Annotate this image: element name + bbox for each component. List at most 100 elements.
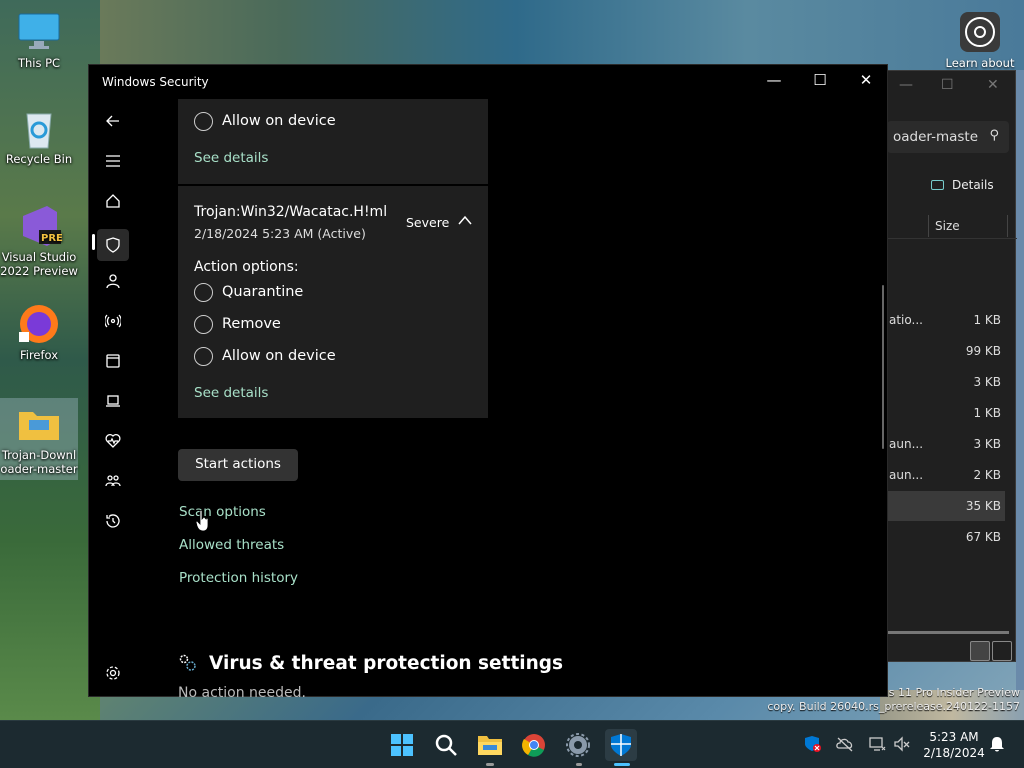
notification-bell-icon[interactable] (988, 735, 1006, 753)
hamburger-menu-icon[interactable] (101, 149, 125, 173)
file-explorer-window[interactable]: — ☐ ✕ oader-maste ⚲ Details Size atio...… (880, 70, 1017, 662)
laptop-icon[interactable] (101, 389, 125, 413)
desktop-icon-trojan-folder[interactable]: Trojan-Downl oader-master (0, 398, 78, 480)
network-antenna-icon[interactable] (101, 309, 125, 333)
volume-muted-tray-icon[interactable] (893, 735, 911, 753)
radio-button[interactable] (194, 111, 213, 131)
folder-icon (17, 402, 61, 446)
home-icon[interactable] (101, 189, 125, 213)
settings-gear-icon[interactable] (101, 661, 125, 685)
history-icon[interactable] (101, 509, 125, 533)
details-button[interactable]: Details (931, 178, 994, 192)
wallpaper-top (100, 0, 1024, 70)
settings-status: No action needed. (178, 685, 306, 701)
wallpaper-right (1016, 70, 1024, 720)
column-header[interactable]: Size (881, 213, 1017, 239)
search-icon[interactable] (430, 729, 462, 761)
radio-button[interactable] (194, 346, 213, 366)
desktop-icon-visual-studio[interactable]: PRE Visual Studio 2022 Preview (0, 204, 78, 278)
nav-selected-indicator (92, 234, 95, 250)
threat-name: Trojan:Win32/Wacatac.H!ml (194, 204, 388, 220)
hand-cursor-icon (196, 510, 209, 532)
option-remove[interactable]: Remove (194, 313, 281, 335)
desktop-icon-firefox[interactable]: Firefox (0, 302, 78, 362)
option-quarantine[interactable]: Quarantine (194, 281, 303, 303)
radio-button[interactable] (194, 314, 213, 334)
desktop-icon-recycle-bin[interactable]: Recycle Bin (0, 106, 78, 166)
minimize-icon[interactable]: — (899, 77, 913, 93)
family-icon[interactable] (101, 469, 125, 493)
desktop-icon-label: This PC (17, 56, 61, 70)
threat-date: 2/18/2024 5:23 AM (Active) (194, 226, 366, 241)
search-icon: ⚲ (989, 128, 999, 143)
file-row[interactable]: 3 KB (881, 367, 1017, 397)
system-clock[interactable]: 5:23 AM 2/18/2024 (918, 729, 990, 761)
threat-card-partial: Allow on device See details (178, 99, 488, 184)
search-input[interactable]: oader-maste ⚲ (887, 121, 1009, 153)
settings-app-icon[interactable] (562, 729, 594, 761)
chevron-up-icon[interactable] (458, 215, 472, 225)
taskbar: 5:23 AM 2/18/2024 (0, 720, 1024, 768)
window-title: Windows Security (102, 75, 209, 89)
size-column-header[interactable]: Size (935, 219, 960, 233)
settings-gears-icon (179, 654, 196, 671)
details-pane-icon (931, 180, 944, 190)
option-allow-on-device[interactable]: Allow on device (194, 345, 336, 367)
close-icon[interactable]: ✕ (987, 77, 999, 93)
horizontal-scrollbar[interactable] (881, 631, 1009, 634)
see-details-link[interactable]: See details (194, 150, 268, 166)
preview-badge: PRE (41, 233, 63, 244)
desktop-icon-label: Visual Studio 2022 Preview (0, 250, 78, 278)
active-indicator (614, 763, 630, 766)
windows-start-icon[interactable] (386, 729, 418, 761)
windows-security-window[interactable]: Windows Security — ☐ ✕ Allow on device S… (88, 64, 888, 701)
camera-icon (960, 12, 1000, 52)
close-button[interactable]: ✕ (851, 71, 881, 89)
option-allow-on-device[interactable]: Allow on device (194, 110, 336, 132)
navigation-rail (89, 99, 137, 698)
radio-button[interactable] (194, 282, 213, 302)
settings-heading: Virus & threat protection settings (209, 653, 564, 674)
maximize-icon[interactable]: ☐ (941, 77, 954, 93)
tiles-view-icon[interactable] (992, 641, 1012, 661)
file-row[interactable]: atio... 1 KB (881, 305, 1017, 335)
defender-warning-tray-icon[interactable] (804, 735, 822, 753)
heart-pulse-icon[interactable] (101, 429, 125, 453)
monitor-icon (17, 10, 61, 54)
protection-history-link[interactable]: Protection history (179, 570, 298, 586)
learn-about-spotlight[interactable]: Learn about (942, 12, 1018, 70)
account-icon[interactable] (101, 269, 125, 293)
back-arrow-icon[interactable] (101, 109, 125, 133)
scan-options-link[interactable]: Scan options (179, 504, 266, 520)
onedrive-offline-tray-icon[interactable] (836, 735, 854, 753)
shield-icon[interactable] (97, 229, 129, 261)
allowed-threats-link[interactable]: Allowed threats (179, 537, 284, 553)
file-row[interactable]: 1 KB (881, 398, 1017, 428)
firefox-icon (17, 302, 61, 346)
file-row[interactable]: 67 KB (881, 522, 1017, 552)
file-row[interactable]: aun... 2 KB (881, 460, 1017, 490)
severity-label: Severe (406, 215, 450, 230)
network-tray-icon[interactable] (868, 735, 886, 753)
desktop-icon-label: oader-master (0, 462, 78, 476)
see-details-link[interactable]: See details (194, 385, 268, 401)
file-row[interactable]: aun... 3 KB (881, 429, 1017, 459)
action-options-label: Action options: (194, 259, 299, 275)
maximize-button[interactable]: ☐ (805, 71, 835, 89)
file-row-selected[interactable]: 35 KB (881, 491, 1005, 521)
desktop-icon-this-pc[interactable]: This PC (0, 10, 78, 70)
threat-card: Trojan:Win32/Wacatac.H!ml 2/18/2024 5:23… (178, 186, 488, 418)
vertical-scrollbar[interactable] (882, 285, 884, 449)
visual-studio-icon: PRE (17, 204, 63, 248)
clock-time: 5:23 AM (929, 730, 979, 744)
minimize-button[interactable]: — (759, 71, 789, 89)
chrome-icon[interactable] (518, 729, 550, 761)
file-explorer-icon[interactable] (474, 729, 506, 761)
details-view-icon[interactable] (970, 641, 990, 661)
recycle-bin-icon (17, 106, 61, 150)
running-indicator (486, 763, 494, 766)
app-browser-icon[interactable] (101, 349, 125, 373)
start-actions-button[interactable]: Start actions (178, 449, 298, 481)
file-row[interactable]: 99 KB (881, 336, 1017, 366)
windows-security-taskbar-icon[interactable] (605, 729, 637, 761)
